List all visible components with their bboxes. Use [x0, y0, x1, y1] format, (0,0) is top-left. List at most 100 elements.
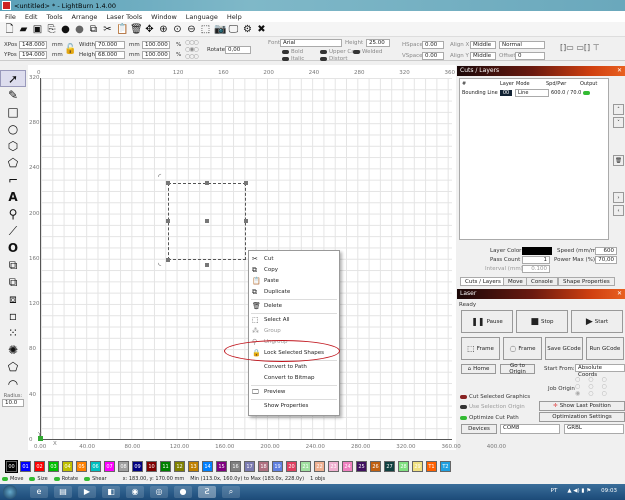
height-input[interactable]: 68.000	[95, 51, 125, 59]
rotate-handle[interactable]: ◜	[158, 172, 161, 181]
weld-icon[interactable]: ▫	[0, 308, 26, 325]
align-x-select[interactable]: Middle	[470, 41, 496, 49]
firefox-icon[interactable]: ●	[174, 486, 192, 498]
menu-language[interactable]: Language	[186, 13, 218, 21]
pass-count-input[interactable]: 1	[522, 256, 550, 264]
zoom-fit-icon[interactable]: ⊙	[172, 24, 183, 35]
menu-arrange[interactable]: Arrange	[72, 13, 98, 21]
cut-selected-toggle[interactable]: Cut Selected Graphics	[460, 394, 530, 400]
resize-handle[interactable]	[205, 181, 209, 185]
layer-color-swatch[interactable]	[522, 247, 552, 255]
palette-color-15[interactable]: 15	[216, 461, 227, 472]
work-grid[interactable]	[40, 78, 452, 440]
distort-toggle[interactable]: Distort	[320, 56, 348, 62]
chrome-icon[interactable]: ◎	[150, 486, 168, 498]
lightburn-task-icon[interactable]: Ƨ	[198, 486, 216, 498]
palette-color-03[interactable]: 03	[48, 461, 59, 472]
boolean-subtract-icon[interactable]: ⧉	[0, 274, 26, 291]
show-last-position-button[interactable]: ✛ Show Last Position	[539, 401, 625, 411]
close-icon[interactable]: ✕	[617, 290, 622, 297]
tab-shape-properties[interactable]: Shape Properties	[558, 277, 615, 286]
font-select[interactable]: Arial	[280, 39, 342, 47]
explorer-icon[interactable]: ▤	[54, 486, 72, 498]
save-gcode-button[interactable]: Save GCode	[545, 337, 583, 360]
menu-item-preview[interactable]: 🖵 Preview	[249, 387, 339, 398]
menu-item-copy[interactable]: ⧉ Copy	[249, 265, 339, 276]
palette-color-21[interactable]: 21	[300, 461, 311, 472]
palette-color-13[interactable]: 13	[188, 461, 199, 472]
start-from-select[interactable]: Absolute Coords	[575, 364, 625, 378]
circular-array-icon[interactable]: ✺	[0, 342, 26, 359]
palette-color-12[interactable]: 12	[174, 461, 185, 472]
origin-anchor-grid[interactable]: ○○○ ○◉○ ○○○	[185, 39, 199, 60]
app2-icon[interactable]: ◉	[126, 486, 144, 498]
resize-handle[interactable]	[205, 263, 209, 267]
italic-toggle[interactable]: Italic	[282, 56, 304, 62]
delete-layer-button[interactable]: 🗑	[613, 155, 624, 166]
palette-color-23[interactable]: 23	[328, 461, 339, 472]
center-handle[interactable]	[205, 219, 209, 223]
menu-edit[interactable]: Edit	[25, 13, 38, 21]
offset-input[interactable]: 0	[515, 52, 545, 60]
palette-color-20[interactable]: 20	[286, 461, 297, 472]
table-row[interactable]: Bounding Line 00 Line 600.0 / 70.0	[460, 88, 608, 98]
menu-item-select-all[interactable]: ⬚ Select All	[249, 315, 339, 326]
move-down-button[interactable]: ˅	[613, 117, 624, 128]
bold-toggle[interactable]: Bold	[282, 49, 303, 55]
expand-button[interactable]: ›	[613, 192, 624, 203]
menu-window[interactable]: Window	[151, 13, 177, 21]
pentagon-tool-icon[interactable]: ⬠	[0, 155, 26, 172]
menu-item-duplicate[interactable]: ⧉ Duplicate	[249, 287, 339, 298]
menu-item-convert-to-path[interactable]: Convert to Path	[249, 362, 339, 373]
menu-tools[interactable]: Tools	[46, 13, 62, 21]
output-toggle[interactable]	[583, 91, 590, 95]
cut-icon[interactable]: ✂	[102, 24, 113, 35]
palette-color-04[interactable]: 04	[62, 461, 73, 472]
palette-color-25[interactable]: 25	[356, 461, 367, 472]
circle-dark-icon[interactable]: ●	[60, 24, 71, 35]
palette-color-16[interactable]: 16	[230, 461, 241, 472]
palette-color-08[interactable]: 08	[118, 461, 129, 472]
palette-color-09[interactable]: 09	[132, 461, 143, 472]
monitor-icon[interactable]: 🖵	[228, 24, 239, 35]
interval-input[interactable]: 0.100	[522, 265, 550, 273]
palette-color-24[interactable]: 24	[342, 461, 353, 472]
menu-item-convert-to-bitmap[interactable]: Convert to Bitmap	[249, 373, 339, 384]
palette-color-18[interactable]: 18	[258, 461, 269, 472]
palette-color-02[interactable]: 02	[34, 461, 45, 472]
move-up-button[interactable]: ˄	[613, 104, 624, 115]
menu-item-delete[interactable]: 🗑 Delete	[249, 301, 339, 312]
palette-color-27[interactable]: 27	[384, 461, 395, 472]
circle-grey-icon[interactable]: ●	[74, 24, 85, 35]
resize-handle[interactable]	[166, 181, 170, 185]
rectangle-tool-icon[interactable]: □	[0, 104, 26, 121]
zoom-out-icon[interactable]: ⊖	[186, 24, 197, 35]
font-height-input[interactable]: 25.00	[366, 39, 390, 47]
menu-item-group[interactable]: ⁂ Group	[249, 326, 339, 337]
rotate-toggle[interactable]: Rotate	[53, 476, 78, 482]
power-max-input[interactable]: 70,00	[595, 256, 617, 264]
boolean-union-icon[interactable]: ⧉	[0, 257, 26, 274]
copy-icon[interactable]: ⧉	[88, 24, 99, 35]
select-tool-icon[interactable]: ➚	[0, 70, 26, 87]
app-icon[interactable]: ◧	[102, 486, 120, 498]
text-style-select[interactable]: Normal	[499, 41, 545, 49]
height-percent-input[interactable]: 100.000	[142, 51, 170, 59]
rotate-input[interactable]: 0,00	[225, 46, 251, 54]
ellipse-tool-icon[interactable]: ○	[0, 121, 26, 138]
rounded-corner-icon[interactable]: ◠	[0, 376, 26, 393]
xpos-input[interactable]: 148.000	[19, 41, 47, 49]
palette-color-17[interactable]: 17	[244, 461, 255, 472]
select-frame-icon[interactable]: ⬚	[200, 24, 211, 35]
import-icon[interactable]: ⎘	[46, 24, 57, 35]
palette-color-07[interactable]: 07	[104, 461, 115, 472]
run-gcode-button[interactable]: Run GCode	[586, 337, 624, 360]
palette-color-T2[interactable]: T2	[440, 461, 451, 472]
menu-item-cut[interactable]: ✂ Cut	[249, 254, 339, 265]
frame-rect-button[interactable]: ⬚ Frame	[461, 337, 500, 360]
camera-icon[interactable]: 📷	[214, 24, 226, 35]
delete-icon[interactable]: 🗑	[130, 24, 143, 35]
palette-color-29[interactable]: 29	[412, 461, 423, 472]
resize-handle[interactable]	[166, 219, 170, 223]
boolean-intersect-icon[interactable]: ⧈	[0, 291, 26, 308]
